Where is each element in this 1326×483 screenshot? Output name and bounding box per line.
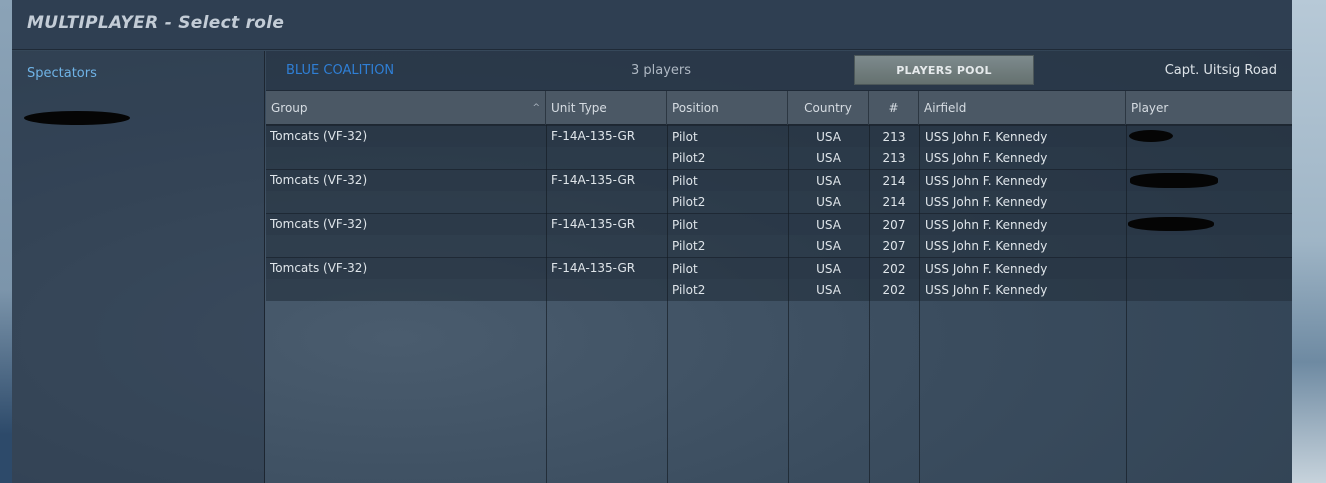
column-header-number[interactable]: # bbox=[869, 91, 919, 125]
cell-position: Pilot2 bbox=[672, 239, 706, 253]
coalition-header: BLUE COALITION 3 players PLAYERS POOL Ca… bbox=[266, 51, 1292, 91]
background-sky-right bbox=[1292, 0, 1326, 483]
cell-position: Pilot bbox=[672, 174, 698, 188]
table-row[interactable]: Tomcats (VF-32) F-14A-135-GR Pilot USA 2… bbox=[266, 213, 1292, 235]
cell-country: USA bbox=[816, 218, 841, 232]
cell-number: 214 bbox=[882, 195, 906, 209]
cell-group bbox=[270, 235, 540, 257]
column-header-airfield[interactable]: Airfield bbox=[919, 91, 1126, 125]
cell-position: Pilot bbox=[672, 262, 698, 276]
cell-position: Pilot bbox=[672, 218, 698, 232]
select-role-window: MULTIPLAYER - Select role Spectators BLU… bbox=[12, 0, 1292, 483]
cell-position: Pilot2 bbox=[672, 151, 706, 165]
table-header: Group ^ Unit Type Position Country # Air… bbox=[266, 91, 1292, 125]
column-header-unit-type[interactable]: Unit Type bbox=[546, 91, 667, 125]
cell-country: USA bbox=[816, 283, 841, 297]
cell-unit-type bbox=[551, 191, 666, 213]
table-row[interactable]: Pilot2 USA 202 USS John F. Kennedy bbox=[266, 279, 1292, 301]
roles-table: Group ^ Unit Type Position Country # Air… bbox=[266, 91, 1292, 483]
cell-number: 214 bbox=[882, 174, 906, 188]
cell-airfield: USS John F. Kennedy bbox=[925, 174, 1048, 188]
role-selection-area: BLUE COALITION 3 players PLAYERS POOL Ca… bbox=[266, 51, 1292, 483]
cell-unit-type: F-14A-135-GR bbox=[551, 217, 636, 231]
cell-country: USA bbox=[816, 174, 841, 188]
column-header-country[interactable]: Country bbox=[788, 91, 869, 125]
column-header-group[interactable]: Group ^ bbox=[266, 91, 546, 125]
cell-group bbox=[270, 147, 540, 169]
spectators-panel: Spectators bbox=[12, 51, 265, 483]
cell-airfield: USS John F. Kennedy bbox=[925, 218, 1048, 232]
cell-country: USA bbox=[816, 262, 841, 276]
cell-group bbox=[270, 279, 540, 301]
redacted-player-name bbox=[1128, 217, 1214, 231]
cell-number: 202 bbox=[882, 262, 906, 276]
column-divider bbox=[1126, 125, 1127, 483]
cell-player bbox=[1132, 279, 1287, 301]
column-divider bbox=[869, 125, 870, 483]
cell-unit-type: F-14A-135-GR bbox=[551, 129, 636, 143]
players-count: 3 players bbox=[631, 63, 692, 78]
cell-player bbox=[1132, 147, 1287, 169]
table-row[interactable]: Tomcats (VF-32) F-14A-135-GR Pilot USA 2… bbox=[266, 257, 1292, 279]
cell-group: Tomcats (VF-32) bbox=[270, 217, 368, 231]
cell-number: 207 bbox=[882, 239, 906, 253]
cell-group: Tomcats (VF-32) bbox=[270, 129, 368, 143]
cell-country: USA bbox=[816, 239, 841, 253]
spectators-link[interactable]: Spectators bbox=[27, 66, 97, 81]
column-header-position[interactable]: Position bbox=[667, 91, 788, 125]
cell-group: Tomcats (VF-32) bbox=[270, 261, 368, 275]
redacted-player-name bbox=[1130, 173, 1218, 188]
server-name: Capt. Uitsig Road bbox=[1164, 63, 1277, 78]
cell-position: Pilot2 bbox=[672, 283, 706, 297]
sort-ascending-icon: ^ bbox=[532, 103, 540, 113]
cell-player bbox=[1132, 191, 1287, 213]
cell-number: 213 bbox=[882, 151, 906, 165]
background-sky-left bbox=[0, 0, 12, 483]
cell-country: USA bbox=[816, 130, 841, 144]
cell-position: Pilot2 bbox=[672, 195, 706, 209]
table-row[interactable]: Tomcats (VF-32) F-14A-135-GR Pilot USA 2… bbox=[266, 125, 1292, 147]
table-row[interactable]: Pilot2 USA 207 USS John F. Kennedy bbox=[266, 235, 1292, 257]
column-divider bbox=[667, 125, 668, 483]
window-title: MULTIPLAYER - Select role bbox=[27, 13, 285, 33]
cell-unit-type bbox=[551, 147, 666, 169]
cell-airfield: USS John F. Kennedy bbox=[925, 239, 1048, 253]
redacted-player-name bbox=[1129, 130, 1173, 142]
table-row[interactable]: Tomcats (VF-32) F-14A-135-GR Pilot USA 2… bbox=[266, 169, 1292, 191]
table-row[interactable]: Pilot2 USA 213 USS John F. Kennedy bbox=[266, 147, 1292, 169]
cell-player bbox=[1132, 235, 1287, 257]
cell-number: 202 bbox=[882, 283, 906, 297]
cell-country: USA bbox=[816, 195, 841, 209]
redacted-spectator-name bbox=[24, 111, 130, 125]
cell-unit-type: F-14A-135-GR bbox=[551, 261, 636, 275]
table-row[interactable]: Pilot2 USA 214 USS John F. Kennedy bbox=[266, 191, 1292, 213]
cell-airfield: USS John F. Kennedy bbox=[925, 283, 1048, 297]
column-divider bbox=[919, 125, 920, 483]
column-header-label: Group bbox=[271, 101, 308, 115]
cell-number: 207 bbox=[882, 218, 906, 232]
cell-airfield: USS John F. Kennedy bbox=[925, 262, 1048, 276]
cell-number: 213 bbox=[882, 130, 906, 144]
column-divider bbox=[546, 125, 547, 483]
cell-position: Pilot bbox=[672, 130, 698, 144]
cell-unit-type bbox=[551, 235, 666, 257]
cell-unit-type: F-14A-135-GR bbox=[551, 173, 636, 187]
players-pool-button[interactable]: PLAYERS POOL bbox=[854, 55, 1034, 85]
cell-airfield: USS John F. Kennedy bbox=[925, 195, 1048, 209]
cell-group bbox=[270, 191, 540, 213]
coalition-link[interactable]: BLUE COALITION bbox=[286, 63, 394, 78]
cell-group: Tomcats (VF-32) bbox=[270, 173, 368, 187]
cell-player bbox=[1132, 258, 1287, 280]
cell-airfield: USS John F. Kennedy bbox=[925, 151, 1048, 165]
cell-unit-type bbox=[551, 279, 666, 301]
column-divider bbox=[788, 125, 789, 483]
column-header-player[interactable]: Player bbox=[1126, 91, 1292, 125]
cell-country: USA bbox=[816, 151, 841, 165]
title-bar: MULTIPLAYER - Select role bbox=[12, 0, 1292, 50]
cell-airfield: USS John F. Kennedy bbox=[925, 130, 1048, 144]
